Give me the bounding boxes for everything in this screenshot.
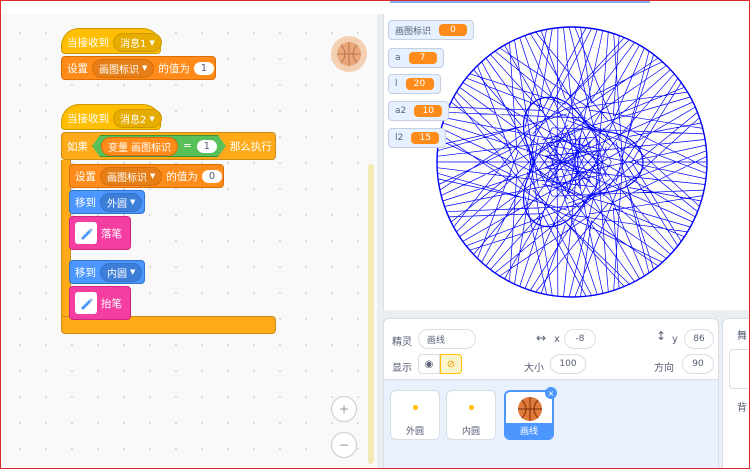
stage[interactable]: 画图标识 0 a 7 l 20 a2 10 l2 15	[383, 14, 749, 310]
value-label: 的值为	[158, 62, 190, 75]
sprite-card-name: 外圆	[405, 427, 424, 437]
goto-target-dropdown[interactable]: 内圆 ▼	[100, 262, 143, 282]
monitor-name: l	[395, 79, 398, 89]
when-receive-label: 当接收到	[67, 113, 109, 125]
size-label: 大小	[524, 363, 544, 374]
direction-input[interactable]: 90	[682, 354, 714, 374]
show-visible-button[interactable]: ◉	[418, 354, 440, 374]
monitor-name: a2	[395, 106, 407, 116]
sprite-card-selected[interactable]: 画线 ×	[504, 387, 557, 440]
monitor-value: 7	[408, 52, 437, 64]
when-receive-block-1[interactable]: 当接收到 消息1 ▼	[61, 28, 162, 54]
goto-block-1[interactable]: 移到 外圆 ▼	[69, 190, 145, 214]
variable-monitor[interactable]: a2 10	[388, 101, 450, 121]
chevron-down-icon: ▼	[130, 268, 136, 276]
then-label: 那么执行	[229, 140, 272, 153]
size-input[interactable]: 100	[550, 354, 586, 374]
sprite-card-name: 画线	[506, 423, 552, 438]
dot-icon	[469, 405, 474, 410]
pen-icon	[75, 222, 97, 244]
equals-sign: =	[183, 140, 192, 152]
backdrop-label: 背	[737, 403, 747, 414]
zoom-out-button[interactable]: −	[331, 432, 357, 458]
message-dropdown[interactable]: 消息1 ▼	[113, 33, 162, 52]
goto-label: 移到	[75, 196, 96, 209]
sprite-list: 外圆 内圆 画线 ×	[383, 380, 719, 469]
y-arrows-icon: ↕	[656, 329, 667, 343]
sprite-card[interactable]: 内圆	[446, 390, 496, 440]
goto-label: 移到	[75, 266, 96, 279]
code-scrollbar[interactable]	[368, 164, 374, 464]
x-label: x	[554, 334, 560, 345]
sprite-info-panel: 精灵 画线 ↔ x -8 ↕ y 86 显示 ◉ ⊘ 大小 100 方向 90	[383, 318, 719, 380]
goto-block-2[interactable]: 移到 内圆 ▼	[69, 260, 145, 284]
set-variable-block-2[interactable]: 设置 画图标识 ▼ 的值为 0	[69, 164, 224, 188]
variable-monitor[interactable]: a 7	[388, 48, 444, 68]
stage-label: 舞	[737, 331, 747, 342]
monitor-name: a	[395, 53, 401, 63]
variable-reporter[interactable]: 变量 画图标识	[101, 137, 178, 156]
sprite-label: 精灵	[392, 337, 412, 348]
goto-target-dropdown[interactable]: 外圆 ▼	[100, 192, 143, 212]
zoom-in-icon: +	[338, 402, 350, 416]
set-label: 设置	[75, 170, 96, 183]
chevron-down-icon: ▼	[142, 64, 148, 72]
backdrop-thumbnail[interactable]	[729, 349, 750, 389]
when-receive-block-2[interactable]: 当接收到 消息2 ▼	[61, 104, 162, 130]
y-input[interactable]: 86	[684, 329, 714, 349]
top-bar	[0, 0, 750, 14]
monitor-value: 10	[414, 105, 443, 117]
show-label: 显示	[392, 363, 412, 374]
monitor-value: 0	[439, 24, 468, 36]
set-label: 设置	[67, 62, 88, 75]
sprite-card[interactable]: 外圆	[390, 390, 440, 440]
direction-label: 方向	[654, 363, 674, 374]
chevron-down-icon: ▼	[149, 114, 155, 123]
y-label: y	[672, 334, 678, 345]
monitor-value: 15	[411, 132, 440, 144]
pen-up-block[interactable]: 抬笔	[69, 286, 131, 320]
compare-value-input[interactable]: 1	[197, 140, 217, 153]
monitor-value: 20	[405, 78, 434, 90]
eye-icon: ◉	[424, 358, 434, 370]
zoom-in-button[interactable]: +	[331, 396, 357, 422]
pen-icon	[75, 292, 97, 314]
variable-monitor[interactable]: l 20	[388, 74, 441, 94]
pen-up-label: 抬笔	[101, 297, 122, 310]
chevron-down-icon: ▼	[150, 172, 156, 180]
pen-down-block[interactable]: 落笔	[69, 216, 131, 250]
value-input[interactable]: 0	[201, 169, 222, 183]
code-area[interactable]: 当接收到 消息1 ▼ 设置 画图标识 ▼ 的值为 1 当接收到 消息2 ▼ 如果 变量…	[1, 14, 377, 468]
if-block[interactable]: 如果 变量 画图标识 = 1 那么执行	[61, 132, 276, 160]
x-input[interactable]: -8	[564, 329, 596, 349]
variable-monitor[interactable]: l2 15	[388, 128, 447, 148]
sprite-card-name: 内圆	[461, 427, 480, 437]
pen-down-label: 落笔	[101, 227, 122, 240]
value-input[interactable]: 1	[193, 61, 214, 75]
chevron-down-icon: ▼	[149, 38, 155, 47]
equals-operator[interactable]: 变量 画图标识 = 1	[92, 135, 226, 157]
x-arrows-icon: ↔	[536, 331, 547, 345]
if-label: 如果	[67, 140, 88, 153]
sprite-name-input[interactable]: 画线	[418, 329, 476, 349]
monitor-name: 画图标识	[395, 26, 432, 37]
when-receive-label: 当接收到	[67, 37, 109, 49]
set-variable-block-1[interactable]: 设置 画图标识 ▼ 的值为 1	[61, 56, 216, 80]
current-sprite-thumbnail	[331, 36, 367, 72]
hide-button[interactable]: ⊘	[440, 354, 462, 374]
chevron-down-icon: ▼	[130, 198, 136, 206]
variable-monitor[interactable]: 画图标识 0	[388, 20, 475, 40]
variable-dropdown[interactable]: 画图标识 ▼	[100, 166, 163, 186]
message-dropdown[interactable]: 消息2 ▼	[113, 109, 162, 128]
variable-dropdown[interactable]: 画图标识 ▼	[92, 58, 155, 78]
monitor-name: l2	[395, 133, 404, 143]
value-label: 的值为	[166, 170, 198, 183]
delete-icon[interactable]: ×	[545, 387, 557, 399]
top-accent-line	[390, 0, 650, 3]
zoom-out-icon: −	[338, 438, 350, 452]
dot-icon	[413, 405, 418, 410]
basketball-icon	[517, 396, 543, 425]
eye-hidden-icon: ⊘	[446, 358, 456, 370]
stage-panel[interactable]: 舞 背	[722, 318, 750, 469]
